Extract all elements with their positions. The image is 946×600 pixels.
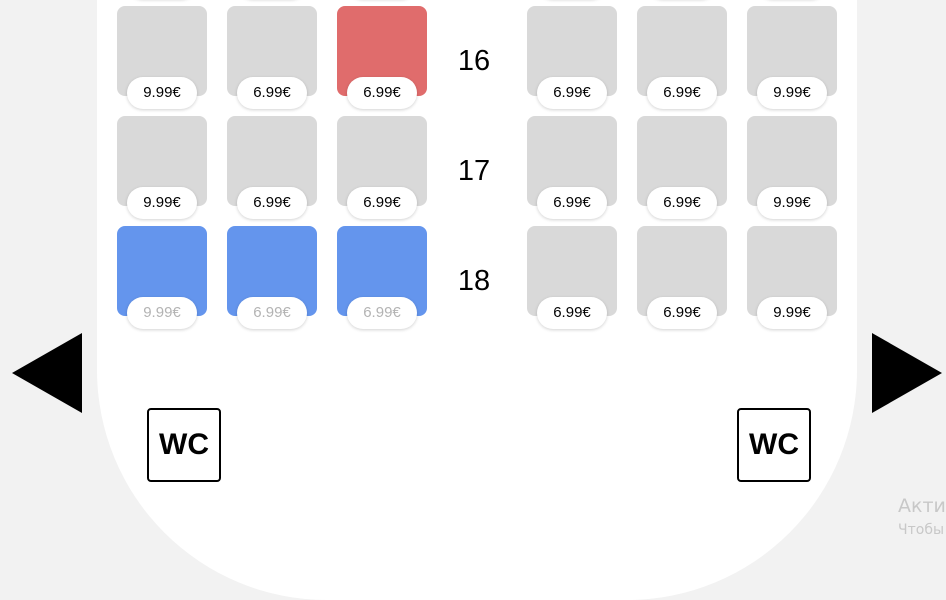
seat-price-badge: 6.99€ — [647, 77, 717, 109]
seat-available[interactable]: 6.99€ — [337, 116, 427, 219]
seat-available[interactable]: 9.99€ — [747, 116, 837, 219]
wc-right-icon: WC — [737, 408, 811, 482]
seat-available[interactable]: 6.99€ — [527, 226, 617, 329]
seat-available[interactable]: 6.99€ — [637, 116, 727, 219]
seat-price-badge: 6.99€ — [347, 297, 417, 329]
row-number: 18 — [457, 265, 491, 297]
seat-available[interactable]: 9.99€ — [747, 6, 837, 109]
seat-price-badge: 9.99€ — [127, 297, 197, 329]
seat-price-badge: 6.99€ — [347, 77, 417, 109]
seat-row: 9.99€ 6.99€ 6.99€ 6.99€ 6.99€ 9.99€ 16 — [0, 6, 946, 116]
seat-available[interactable]: 6.99€ — [227, 116, 317, 219]
seat-price-badge: 6.99€ — [537, 77, 607, 109]
seat-row: 9.99€ 6.99€ 6.99€ 6.99€ 6.99€ 9.99€ 18 — [0, 226, 946, 336]
seat-price-badge: 9.99€ — [757, 297, 827, 329]
seat-price-badge: 9.99€ — [757, 187, 827, 219]
seat-available[interactable]: 9.99€ — [117, 6, 207, 109]
seat-price-badge: 6.99€ — [237, 187, 307, 219]
seat-price-badge: 9.99€ — [127, 77, 197, 109]
seat-price-badge: 6.99€ — [537, 187, 607, 219]
seat-occupied: 6.99€ — [337, 6, 427, 109]
row-number: 17 — [457, 155, 491, 187]
seat-available[interactable]: 6.99€ — [637, 6, 727, 109]
seat-row: 9.99€ 6.99€ 6.99€ 6.99€ 6.99€ 9.99€ 17 — [0, 116, 946, 226]
seat-price-badge: 6.99€ — [647, 297, 717, 329]
os-activation-watermark: Актив Чтобы — [898, 494, 946, 540]
watermark-line-2: Чтобы — [898, 522, 945, 538]
seat-price-badge: 6.99€ — [347, 187, 417, 219]
seat-price-badge: 9.99€ — [127, 187, 197, 219]
wc-left-icon: WC — [147, 408, 221, 482]
seat-selected[interactable]: 6.99€ — [337, 226, 427, 329]
next-section-arrow-icon[interactable] — [872, 333, 942, 413]
seat-available[interactable]: 6.99€ — [527, 6, 617, 109]
seat-available[interactable]: 6.99€ — [227, 6, 317, 109]
seat-available[interactable]: 9.99€ — [747, 226, 837, 329]
seat-price-badge: 6.99€ — [237, 297, 307, 329]
seat-available[interactable]: 6.99€ — [637, 226, 727, 329]
seat-price-badge: 6.99€ — [237, 77, 307, 109]
seat-available[interactable]: 6.99€ — [527, 116, 617, 219]
seat-available[interactable]: 9.99€ — [117, 116, 207, 219]
previous-section-arrow-icon[interactable] — [12, 333, 82, 413]
seat-price-badge: 6.99€ — [647, 187, 717, 219]
seat-selected[interactable]: 6.99€ — [227, 226, 317, 329]
watermark-line-1: Актив — [898, 495, 946, 517]
seat-price-badge: 6.99€ — [537, 297, 607, 329]
seat-selected[interactable]: 9.99€ — [117, 226, 207, 329]
seat-price-badge: 9.99€ — [757, 77, 827, 109]
row-number: 16 — [457, 45, 491, 77]
